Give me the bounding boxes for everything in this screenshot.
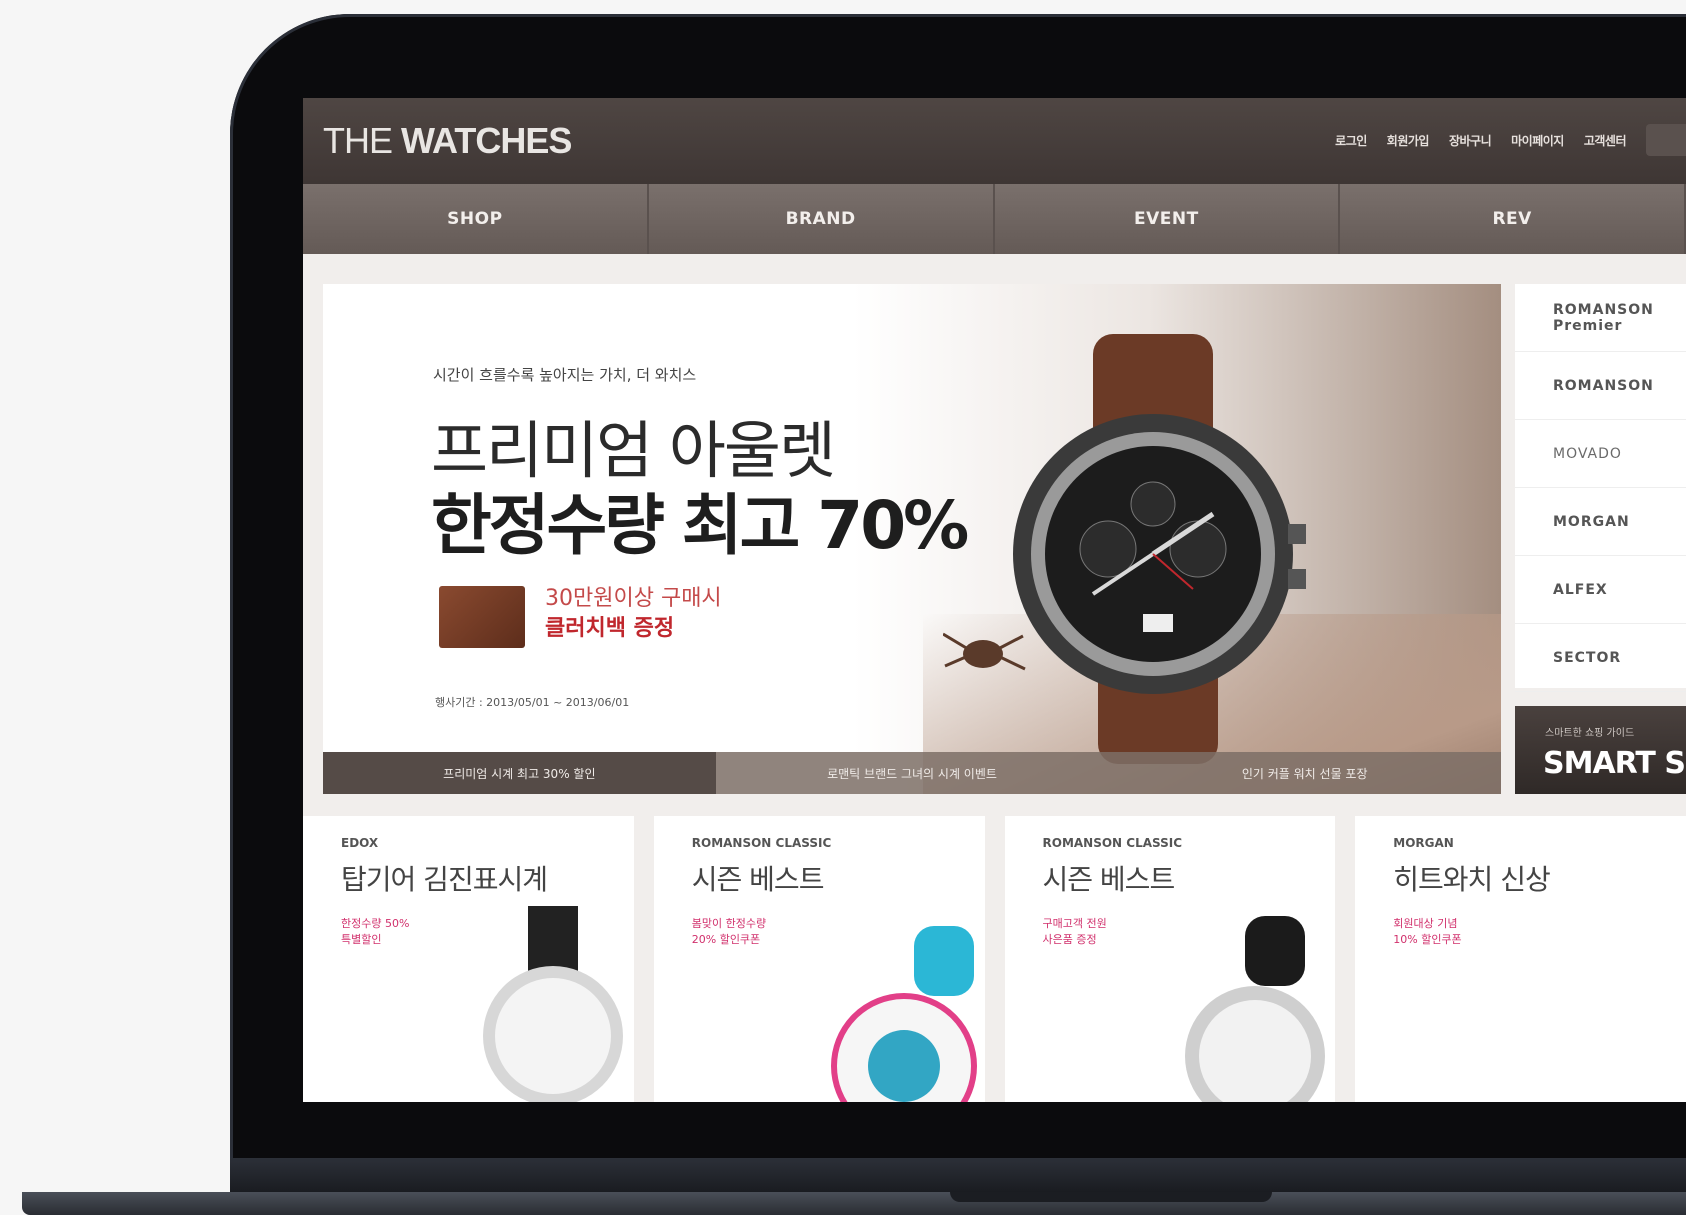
card-brand: ROMANSON CLASSIC (1042, 836, 1183, 850)
website-screen: THE WATCHES 로그인 회원가입 장바구니 마이페이지 고객센터 SHO… (303, 98, 1686, 1102)
hero-tabs: 프리미엄 시계 최고 30% 할인 로맨틱 브랜드 그녀의 시계 이벤트 인기 … (323, 752, 1501, 794)
card-brand: ROMANSON CLASSIC (691, 836, 832, 850)
nav-shop[interactable]: SHOP (303, 184, 649, 254)
search-box[interactable] (1646, 124, 1686, 156)
laptop-base (22, 1192, 1686, 1215)
signup-link[interactable]: 회원가입 (1387, 132, 1430, 149)
logo-bold: WATCHES (401, 120, 572, 161)
brand-sector[interactable]: SECTOR (1515, 624, 1686, 692)
clutch-bag-image (439, 586, 525, 648)
watch-image (483, 906, 623, 1102)
mypage-link[interactable]: 마이페이지 (1511, 132, 1564, 149)
customer-center-link[interactable]: 고객센터 (1584, 132, 1627, 149)
smart-banner-text: SMART S (1543, 746, 1686, 781)
brand-list: ROMANSON Premier ROMANSON MOVADO MORGAN … (1515, 284, 1686, 692)
card-brand: EDOX (341, 836, 379, 850)
cart-link[interactable]: 장바구니 (1449, 132, 1492, 149)
hero-tab-1[interactable]: 프리미엄 시계 최고 30% 할인 (323, 752, 716, 794)
utility-links: 로그인 회원가입 장바구니 마이페이지 고객센터 (1335, 132, 1626, 149)
site-logo[interactable]: THE WATCHES (323, 120, 572, 162)
smart-banner-kicker: 스마트한 쇼핑 가이드 (1545, 728, 1635, 739)
product-card[interactable]: ROMANSON CLASSIC 시즌 베스트 구매고객 전원 사은품 증정 (1004, 816, 1336, 1102)
brand-romanson[interactable]: ROMANSON (1515, 352, 1686, 420)
hero-kicker: 시간이 흐를수록 높아지는 가치, 더 와치스 (433, 366, 697, 384)
watch-image (830, 926, 977, 1102)
brand-morgan[interactable]: MORGAN (1515, 488, 1686, 556)
nav-review[interactable]: REV (1340, 184, 1686, 254)
brand-movado[interactable]: MOVADO (1515, 420, 1686, 488)
logo-prefix: THE (323, 120, 402, 161)
smart-banner[interactable]: 스마트한 쇼핑 가이드 SMART S (1515, 706, 1686, 794)
main-nav: SHOP BRAND EVENT REV (303, 184, 1686, 254)
product-cards: EDOX 탑기어 김진표시계 한정수량 50% 특별할인 ROMANSON CL… (303, 816, 1686, 1102)
brand-romanson-premier[interactable]: ROMANSON Premier (1515, 284, 1686, 352)
product-card[interactable]: EDOX 탑기어 김진표시계 한정수량 50% 특별할인 (303, 816, 634, 1102)
card-title: 히트와치 신상 (1393, 863, 1550, 896)
hero-title-line2: 한정수량 최고 70% (431, 487, 969, 564)
card-brand: MORGAN (1393, 836, 1454, 850)
product-card[interactable]: ROMANSON CLASSIC 시즌 베스트 봄맞이 한정수량 20% 할인쿠… (653, 816, 985, 1102)
hero-banner[interactable]: 시간이 흐를수록 높아지는 가치, 더 와치스 프리미엄 아울렛 한정수량 최고… (323, 284, 1501, 794)
hero-watch-image (943, 334, 1306, 764)
hero-tab-2[interactable]: 로맨틱 브랜드 그녀의 시계 이벤트 (715, 752, 1109, 794)
top-bar: THE WATCHES 로그인 회원가입 장바구니 마이페이지 고객센터 (303, 98, 1686, 184)
laptop-hinge (230, 1158, 1686, 1192)
card-promo: 회원대상 기념 10% 할인쿠폰 (1393, 917, 1462, 946)
hero-tab-3[interactable]: 인기 커플 워치 선물 포장 (1108, 752, 1501, 794)
hero-offer-line2: 클러치백 증정 (545, 616, 675, 641)
hero-offer-line1: 30만원이상 구매시 (545, 586, 722, 611)
nav-event[interactable]: EVENT (994, 184, 1341, 254)
card-title: 시즌 베스트 (691, 863, 825, 896)
product-card[interactable]: MORGAN 히트와치 신상 회원대상 기념 10% 할인쿠폰 (1355, 816, 1686, 1102)
watch-image (1184, 916, 1325, 1102)
card-title: 시즌 베스트 (1042, 863, 1176, 896)
card-title: 탑기어 김진표시계 (341, 863, 548, 896)
login-link[interactable]: 로그인 (1335, 132, 1367, 149)
hero-period: 행사기간 : 2013/05/01 ~ 2013/06/01 (435, 696, 630, 709)
card-promo: 봄맞이 한정수량 20% 할인쿠폰 (691, 917, 767, 946)
card-promo: 한정수량 50% 특별할인 (341, 917, 410, 946)
laptop-notch (950, 1192, 1272, 1202)
brand-alfex[interactable]: ALFEX (1515, 556, 1686, 624)
nav-brand[interactable]: BRAND (648, 184, 995, 254)
card-promo: 구매고객 전원 사은품 증정 (1042, 917, 1107, 946)
